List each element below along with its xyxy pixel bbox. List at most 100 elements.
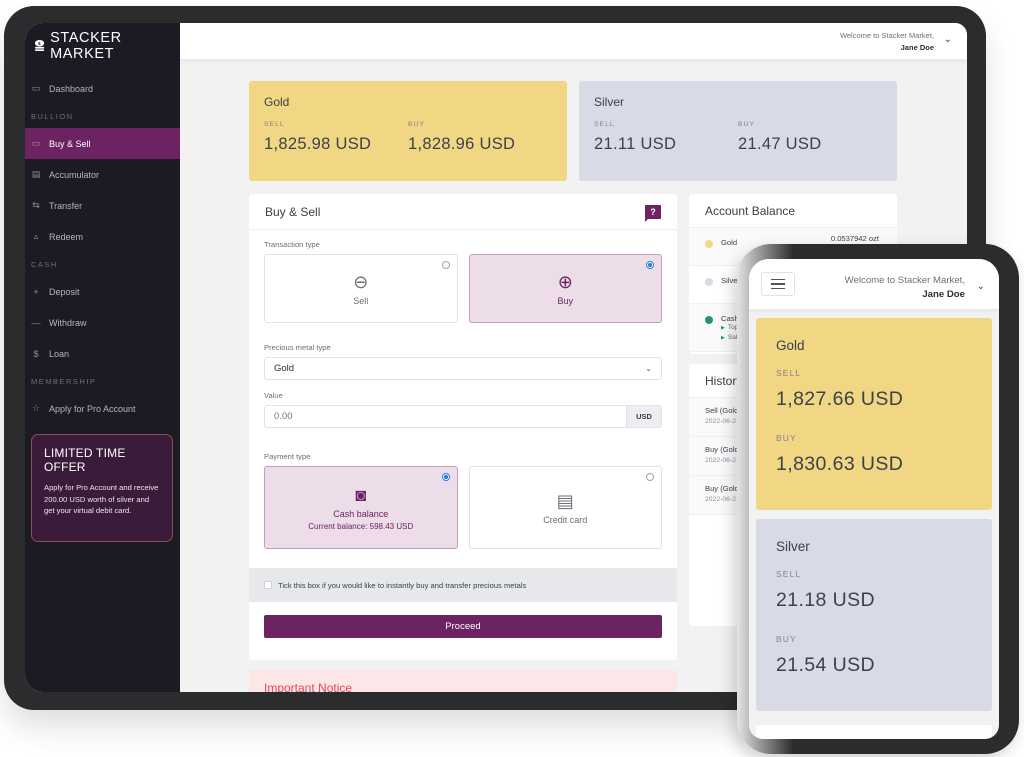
payment-option-credit-card[interactable]: ▤ Credit card	[468, 466, 662, 549]
buy-label: BUY	[776, 634, 797, 644]
sidebar: $ STACKER MARKET ▭ Dashboard BULLION ▭ B…	[25, 23, 180, 692]
payment-option-cash[interactable]: ◙ Cash balance Current balance: 598.43 U…	[264, 466, 458, 549]
radio-credit-card[interactable]	[646, 473, 654, 481]
gold-bars-icon: ▵	[33, 231, 39, 241]
user-name: Jane Doe	[900, 43, 934, 52]
card-title: Silver	[594, 95, 625, 109]
sidebar-item-label: Transfer	[49, 200, 83, 211]
gold-buy-price: 1,828.96 USD	[408, 135, 516, 153]
section-cash: CASH	[31, 259, 58, 269]
sell-label: SELL	[776, 368, 802, 378]
option-label: Sell	[353, 295, 369, 306]
sell-label: SELL	[594, 121, 615, 128]
transaction-type-label: Transaction type	[264, 240, 320, 249]
sidebar-item-label: Accumulator	[49, 169, 100, 180]
star-icon: ☆	[31, 403, 41, 413]
sidebar-item-label: Withdraw	[49, 317, 87, 328]
cash-dot-icon	[705, 316, 713, 324]
section-bullion: BULLION	[31, 111, 74, 121]
sidebar-item-loan[interactable]: $ Loan	[25, 338, 180, 369]
chevron-down-icon[interactable]: ⌄	[977, 281, 985, 292]
coin-stack-icon: $	[34, 39, 45, 51]
calendar-card-icon: ▤	[31, 169, 41, 179]
instant-transfer-checkbox[interactable]	[264, 581, 272, 589]
sell-label: SELL	[776, 569, 802, 579]
payment-type-label: Payment type	[264, 452, 311, 461]
sidebar-item-label: Deposit	[49, 286, 80, 297]
instant-transfer-label: Tick this box if you would like to insta…	[278, 580, 527, 590]
section-membership: MEMBERSHIP	[31, 376, 97, 386]
chevron-down-icon: ⌄	[645, 364, 652, 373]
silver-buy-price: 21.47 USD	[738, 135, 822, 153]
radio-cash[interactable]	[441, 473, 450, 481]
gold-sell-price: 1,825.98 USD	[264, 135, 372, 153]
triangle-right-icon: ▶	[721, 325, 725, 331]
sidebar-item-withdraw[interactable]: — Withdraw	[25, 307, 180, 338]
phone-frame: Welcome to Stacker Market, Jane Doe ⌄ Go…	[737, 244, 1019, 754]
sidebar-item-label: Buy & Sell	[49, 138, 91, 149]
panel-title: Account Balance	[689, 194, 897, 228]
arrows-swap-icon: ⇆	[32, 200, 40, 210]
mobile-gold-card: Gold SELL 1,827.66 USD BUY 1,830.63 USD	[756, 318, 992, 510]
mobile-gold-buy-price: 1,830.63 USD	[776, 453, 904, 475]
top-header: Welcome to Stacker Market, Jane Doe ⌄	[180, 23, 967, 59]
credit-card-icon: ▤	[556, 490, 574, 511]
hamburger-menu-icon[interactable]	[761, 272, 795, 296]
metal-type-select[interactable]: Gold ⌄	[264, 357, 662, 380]
welcome-text: Welcome to Stacker Market,	[844, 275, 965, 286]
wallet-icon: ▭	[31, 138, 41, 148]
plus-icon: +	[33, 286, 39, 297]
radio-sell[interactable]	[441, 261, 450, 269]
sidebar-item-label: Redeem	[49, 231, 84, 242]
mobile-silver-card: Silver SELL 21.18 USD BUY 21.54 USD	[756, 519, 992, 711]
transaction-option-buy[interactable]: ⊕ Buy	[468, 254, 662, 323]
transaction-option-sell[interactable]: ⊖ Sell	[264, 254, 458, 323]
balance-amount: 0.0537942 ozt	[830, 234, 879, 243]
dollar-icon: $	[33, 348, 39, 359]
minus-icon: —	[31, 317, 41, 328]
chevron-down-icon[interactable]: ⌄	[944, 34, 952, 45]
brand-logo[interactable]: $ STACKER MARKET	[25, 29, 180, 63]
current-balance: Current balance: 598.43 USD	[308, 521, 414, 531]
welcome-text: Welcome to Stacker Market,	[839, 31, 934, 40]
sidebar-item-accumulator[interactable]: ▤ Accumulator	[25, 159, 180, 190]
triangle-right-icon: ▶	[721, 335, 725, 341]
sidebar-item-label: Dashboard	[49, 83, 94, 94]
wallet-icon: ◙	[355, 484, 367, 505]
sidebar-item-transfer[interactable]: ⇆ Transfer	[25, 190, 180, 221]
important-notice: Important Notice	[249, 670, 677, 692]
mobile-user-greeting: Welcome to Stacker Market, Jane Doe	[845, 274, 965, 302]
sidebar-item-redeem[interactable]: ▵ Redeem	[25, 221, 180, 252]
silver-dot-icon	[705, 278, 713, 286]
buy-label: BUY	[776, 433, 797, 443]
sidebar-item-dashboard[interactable]: ▭ Dashboard	[25, 73, 180, 104]
radio-buy[interactable]	[646, 261, 654, 269]
promo-title: LIMITED TIME OFFER	[44, 446, 126, 474]
mobile-header: Welcome to Stacker Market, Jane Doe ⌄	[749, 259, 999, 309]
promo-body: Apply for Pro Account and receive 200.00…	[44, 483, 159, 515]
sidebar-item-deposit[interactable]: + Deposit	[25, 276, 180, 307]
proceed-button[interactable]: Proceed	[264, 615, 662, 638]
monitor-icon: ▭	[31, 83, 41, 93]
sidebar-item-label: Loan	[49, 348, 70, 359]
option-label: Cash balance	[333, 508, 389, 519]
help-button[interactable]: ?	[645, 204, 661, 222]
buy-label: BUY	[738, 121, 755, 128]
gold-price-card: Gold SELL 1,825.98 USD BUY 1,828.96 USD	[249, 81, 567, 181]
svg-text:$: $	[38, 41, 41, 46]
buy-sell-panel: Buy & Sell ? Transaction type ⊖ Sell ⊕ B…	[249, 194, 677, 660]
user-name: Jane Doe	[922, 289, 965, 300]
user-greeting: Welcome to Stacker Market, Jane Doe	[840, 30, 934, 54]
silver-price-card: Silver SELL 21.11 USD BUY 21.47 USD	[579, 81, 897, 181]
value-input[interactable]	[264, 405, 626, 428]
card-title: Gold	[776, 338, 805, 353]
sidebar-item-apply-pro[interactable]: ☆ Apply for Pro Account	[25, 393, 180, 424]
instant-transfer-row: Tick this box if you would like to insta…	[249, 568, 677, 602]
sidebar-item-buy-sell[interactable]: ▭ Buy & Sell	[25, 128, 180, 159]
currency-addon: USD	[626, 405, 662, 428]
mobile-silver-sell-price: 21.18 USD	[776, 589, 875, 611]
gold-dot-icon	[705, 240, 713, 248]
metal-type-label: Precious metal type	[264, 343, 331, 352]
card-title: Silver	[776, 539, 810, 554]
promo-card[interactable]: LIMITED TIME OFFER Apply for Pro Account…	[31, 434, 173, 542]
